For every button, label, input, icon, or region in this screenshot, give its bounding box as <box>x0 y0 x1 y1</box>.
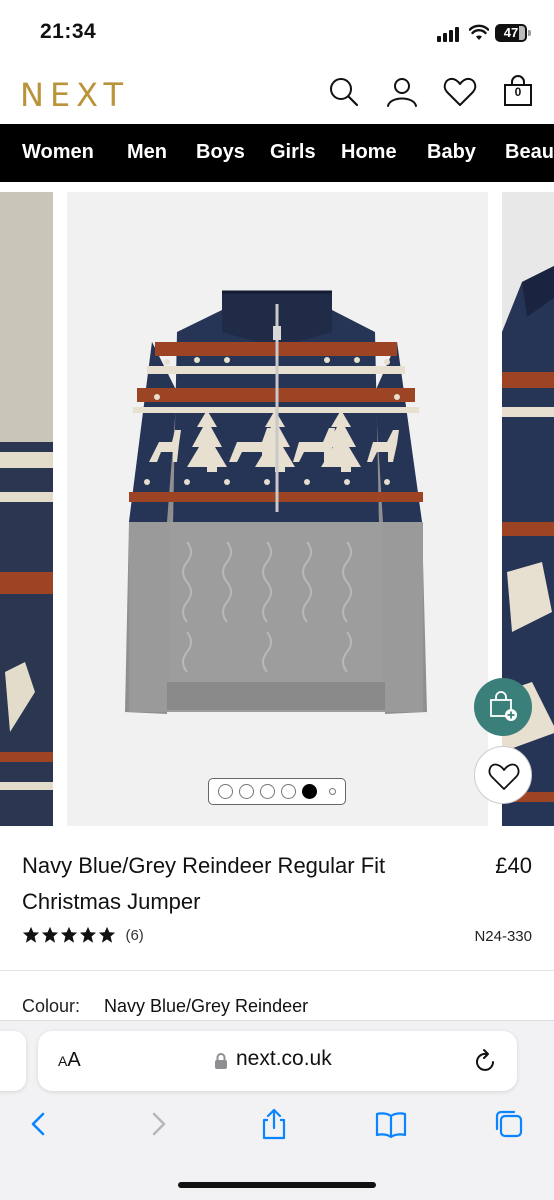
jumper-illustration <box>125 290 427 714</box>
signal-icon <box>437 26 463 42</box>
home-indicator[interactable] <box>178 1182 376 1188</box>
review-count[interactable]: (6) <box>125 927 143 944</box>
star-icon <box>41 926 59 943</box>
battery-icon: 47 <box>495 24 531 42</box>
bookmarks-icon[interactable] <box>374 1107 408 1141</box>
lock-icon <box>215 1053 227 1069</box>
divider <box>0 970 554 971</box>
reader-settings-button[interactable]: AA <box>58 1049 81 1072</box>
next-logo[interactable]: NEXT <box>20 76 129 114</box>
product-title: Navy Blue/Grey Reindeer Regular Fit Chri… <box>22 853 386 914</box>
previous-product-image[interactable] <box>0 192 53 826</box>
carousel-dot[interactable] <box>218 784 233 799</box>
carousel-pagination <box>208 778 346 805</box>
bag-count: 0 <box>514 85 522 99</box>
site-header: NEXT 0 <box>0 62 554 124</box>
back-icon[interactable] <box>22 1107 56 1141</box>
status-time: 21:34 <box>40 20 97 43</box>
carousel-dot-active[interactable] <box>302 784 317 799</box>
heart-icon <box>488 763 520 790</box>
search-icon[interactable] <box>326 74 362 110</box>
add-bag-icon <box>490 691 517 721</box>
category-nav: Women Men Boys Girls Home Baby Beauty <box>0 124 554 182</box>
share-icon[interactable] <box>257 1107 291 1141</box>
add-to-bag-button[interactable] <box>474 678 532 736</box>
carousel-dot[interactable] <box>281 784 296 799</box>
wifi-icon <box>469 24 489 40</box>
nav-item-girls[interactable]: Girls <box>270 141 316 164</box>
nav-item-women[interactable]: Women <box>22 141 94 164</box>
star-icon <box>79 926 97 943</box>
nav-item-home[interactable]: Home <box>341 141 397 164</box>
tabs-icon[interactable] <box>492 1107 526 1141</box>
product-rating[interactable]: (6) <box>22 926 144 946</box>
save-to-favourites-button[interactable] <box>474 746 532 804</box>
status-bar: 21:34 47 <box>0 0 554 62</box>
nav-item-beauty[interactable]: Beauty <box>505 141 554 164</box>
colour-label: Colour: <box>22 996 81 1016</box>
previous-tab-preview[interactable] <box>0 1031 26 1091</box>
bag-icon[interactable]: 0 <box>500 74 536 110</box>
nav-item-men[interactable]: Men <box>127 141 167 164</box>
url-text[interactable]: next.co.uk <box>236 1047 332 1071</box>
carousel-dot[interactable] <box>329 788 336 795</box>
colour-value: Navy Blue/Grey Reindeer <box>104 996 309 1016</box>
nav-item-boys[interactable]: Boys <box>196 141 245 164</box>
product-price: £40 <box>495 853 532 878</box>
main-product-image[interactable] <box>67 192 488 826</box>
carousel-dot[interactable] <box>239 784 254 799</box>
forward-icon[interactable] <box>141 1107 175 1141</box>
star-icon <box>22 926 40 943</box>
product-image-carousel[interactable] <box>0 192 554 826</box>
reload-icon[interactable] <box>474 1048 498 1074</box>
battery-level: 47 <box>503 25 519 40</box>
nav-item-baby[interactable]: Baby <box>427 141 476 164</box>
product-sku: N24-330 <box>474 928 532 945</box>
browser-toolbar: AA next.co.uk <box>0 1020 554 1200</box>
favourites-icon[interactable] <box>442 74 478 110</box>
account-icon[interactable] <box>384 74 420 110</box>
star-icon <box>60 926 78 943</box>
star-icon <box>98 926 116 943</box>
carousel-dot[interactable] <box>260 784 275 799</box>
address-bar[interactable]: AA next.co.uk <box>38 1031 517 1091</box>
